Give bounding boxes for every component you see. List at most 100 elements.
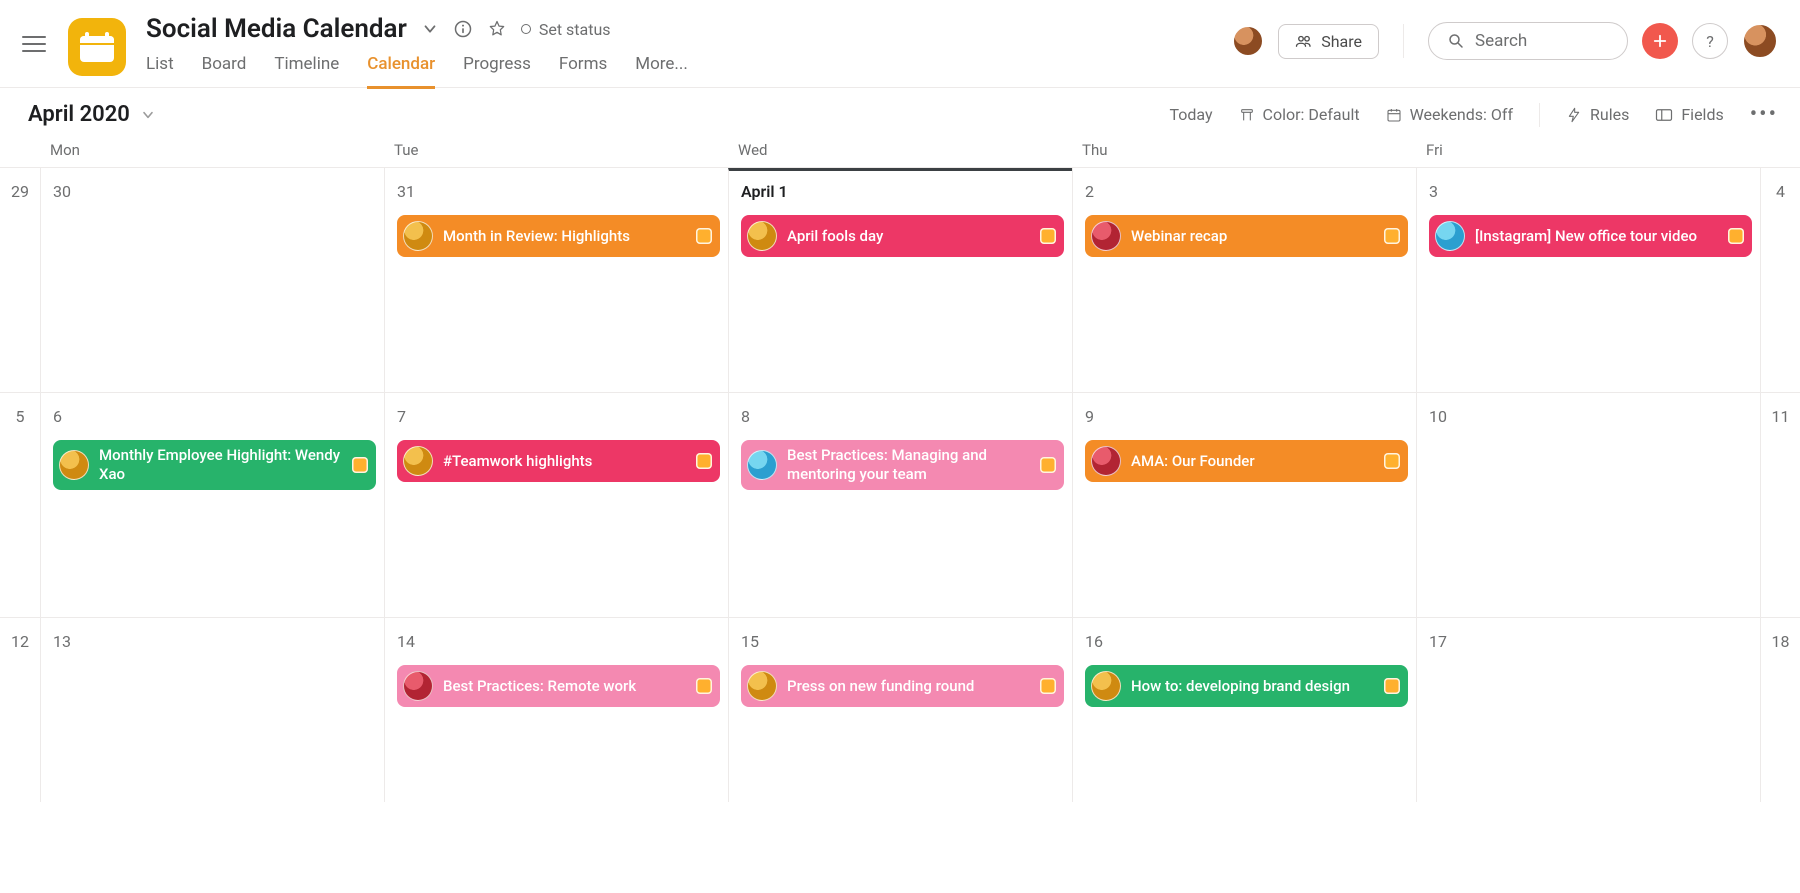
help-button[interactable]: ? xyxy=(1692,23,1728,59)
task-card[interactable]: #Teamwork highlights xyxy=(397,440,720,482)
share-button[interactable]: Share xyxy=(1278,24,1379,59)
task-title: Webinar recap xyxy=(1131,227,1384,246)
search-input[interactable]: Search xyxy=(1428,22,1628,60)
menu-toggle-icon[interactable] xyxy=(22,30,50,58)
rules-button[interactable]: Rules xyxy=(1566,105,1629,124)
project-tabs: List Board Timeline Calendar Progress Forms Mo… xyxy=(146,54,1232,89)
day-number: 10 xyxy=(1429,407,1752,426)
task-card[interactable]: Month in Review: Highlights xyxy=(397,215,720,257)
today-button[interactable]: Today xyxy=(1169,105,1212,124)
project-color-icon[interactable] xyxy=(68,18,126,76)
task-title: April fools day xyxy=(787,227,1040,246)
day-cell[interactable]: 3 [Instagram] New office tour video xyxy=(1416,168,1760,392)
people-icon xyxy=(1295,32,1313,50)
day-cell[interactable]: 6 Monthly Employee Highlight: Wendy Xao xyxy=(40,393,384,617)
day-cell[interactable]: 13 xyxy=(40,618,384,802)
task-tag-icon xyxy=(1040,228,1056,244)
status-circle-icon xyxy=(521,24,531,34)
tab-board[interactable]: Board xyxy=(202,54,247,89)
task-card[interactable]: Monthly Employee Highlight: Wendy Xao xyxy=(53,440,376,490)
day-number: 9 xyxy=(1085,407,1408,426)
weekend-edge: 29 xyxy=(0,168,40,392)
week-row: 29 30 31 Month in Review: Highlights April 1… xyxy=(0,167,1800,392)
search-placeholder: Search xyxy=(1475,31,1527,51)
day-cell[interactable]: 7#Teamwork highlights xyxy=(384,393,728,617)
task-title: Month in Review: Highlights xyxy=(443,227,696,246)
week-row: 121314Best Practices: Remote work15Press… xyxy=(0,617,1800,802)
tab-calendar[interactable]: Calendar xyxy=(367,54,435,89)
fields-icon xyxy=(1655,107,1673,123)
task-title: Monthly Employee Highlight: Wendy Xao xyxy=(99,446,352,484)
day-cell[interactable]: 10 xyxy=(1416,393,1760,617)
task-card[interactable]: Best Practices: Managing and mentoring y… xyxy=(741,440,1064,490)
month-picker[interactable]: April 2020 xyxy=(28,102,156,127)
task-card[interactable]: April fools day xyxy=(741,215,1064,257)
tab-list[interactable]: List xyxy=(146,54,174,89)
task-card[interactable]: Webinar recap xyxy=(1085,215,1408,257)
day-cell[interactable]: 30 xyxy=(40,168,384,392)
task-tag-icon xyxy=(1384,453,1400,469)
day-cell[interactable]: 17 xyxy=(1416,618,1760,802)
set-status-button[interactable]: Set status xyxy=(521,20,611,39)
day-number: 3 xyxy=(1429,182,1752,201)
tab-forms[interactable]: Forms xyxy=(559,54,607,89)
task-card[interactable]: [Instagram] New office tour video xyxy=(1429,215,1752,257)
weekend-edge: 5 xyxy=(0,393,40,617)
task-card[interactable]: Best Practices: Remote work xyxy=(397,665,720,707)
star-icon[interactable] xyxy=(487,19,507,39)
plus-icon xyxy=(1651,32,1669,50)
task-title: AMA: Our Founder xyxy=(1131,452,1384,471)
task-card[interactable]: AMA: Our Founder xyxy=(1085,440,1408,482)
more-options-icon[interactable]: ••• xyxy=(1750,102,1778,127)
assignee-avatar xyxy=(747,221,777,251)
assignee-avatar xyxy=(403,446,433,476)
task-card[interactable]: How to: developing brand design xyxy=(1085,665,1408,707)
weekends-toggle[interactable]: Weekends: Off xyxy=(1386,105,1513,124)
day-cell[interactable]: 15 Press on new funding round xyxy=(728,618,1072,802)
day-number: 15 xyxy=(741,632,1064,651)
tab-timeline[interactable]: Timeline xyxy=(274,54,339,89)
task-title: Press on new funding round xyxy=(787,677,1040,696)
day-cell[interactable]: 31 Month in Review: Highlights xyxy=(384,168,728,392)
tab-progress[interactable]: Progress xyxy=(463,54,531,89)
task-title: #Teamwork highlights xyxy=(443,452,696,471)
day-number: 8 xyxy=(741,407,1064,426)
assignee-avatar xyxy=(1091,221,1121,251)
week-row: 56 Monthly Employee Highlight: Wendy Xao 7… xyxy=(0,392,1800,617)
day-number: 17 xyxy=(1429,632,1752,651)
add-button[interactable] xyxy=(1642,23,1678,59)
tab-more[interactable]: More... xyxy=(635,54,688,89)
project-title[interactable]: Social Media Calendar xyxy=(146,14,407,44)
chevron-down-icon xyxy=(140,107,156,123)
day-header: Thu xyxy=(1072,137,1416,167)
task-card[interactable]: Press on new funding round xyxy=(741,665,1064,707)
fields-button[interactable]: Fields xyxy=(1655,105,1723,124)
task-tag-icon xyxy=(352,457,368,473)
chevron-down-icon[interactable] xyxy=(421,20,439,38)
user-avatar[interactable] xyxy=(1742,23,1778,59)
task-tag-icon xyxy=(1728,228,1744,244)
calendar-toolbar: April 2020 Today Color: Default Weekends… xyxy=(0,88,1800,137)
task-title: [Instagram] New office tour video xyxy=(1475,227,1728,246)
day-cell[interactable]: 16How to: developing brand design xyxy=(1072,618,1416,802)
day-cell[interactable]: 14 Best Practices: Remote work xyxy=(384,618,728,802)
calendar-grid: MonTueWedThuFri 293031Month in Review: H… xyxy=(0,137,1800,802)
assignee-avatar xyxy=(747,671,777,701)
day-cell[interactable]: 9 AMA: Our Founder xyxy=(1072,393,1416,617)
color-filter[interactable]: Color: Default xyxy=(1239,105,1360,124)
weekend-edge: 4 xyxy=(1760,168,1800,392)
day-number: April 1 xyxy=(741,182,1064,201)
day-number: 30 xyxy=(53,182,376,201)
task-tag-icon xyxy=(1040,457,1056,473)
day-number: 6 xyxy=(53,407,376,426)
member-avatar[interactable] xyxy=(1232,25,1264,57)
day-cell[interactable]: 2Webinar recap xyxy=(1072,168,1416,392)
day-number: 31 xyxy=(397,182,720,201)
day-number: 14 xyxy=(397,632,720,651)
info-icon[interactable] xyxy=(453,19,473,39)
day-cell[interactable]: April 1 April fools day xyxy=(728,168,1072,392)
day-cell[interactable]: 8 Best Practices: Managing and mentoring … xyxy=(728,393,1072,617)
task-tag-icon xyxy=(696,453,712,469)
weekend-edge: 18 xyxy=(1760,618,1800,802)
day-header: Mon xyxy=(40,137,384,167)
